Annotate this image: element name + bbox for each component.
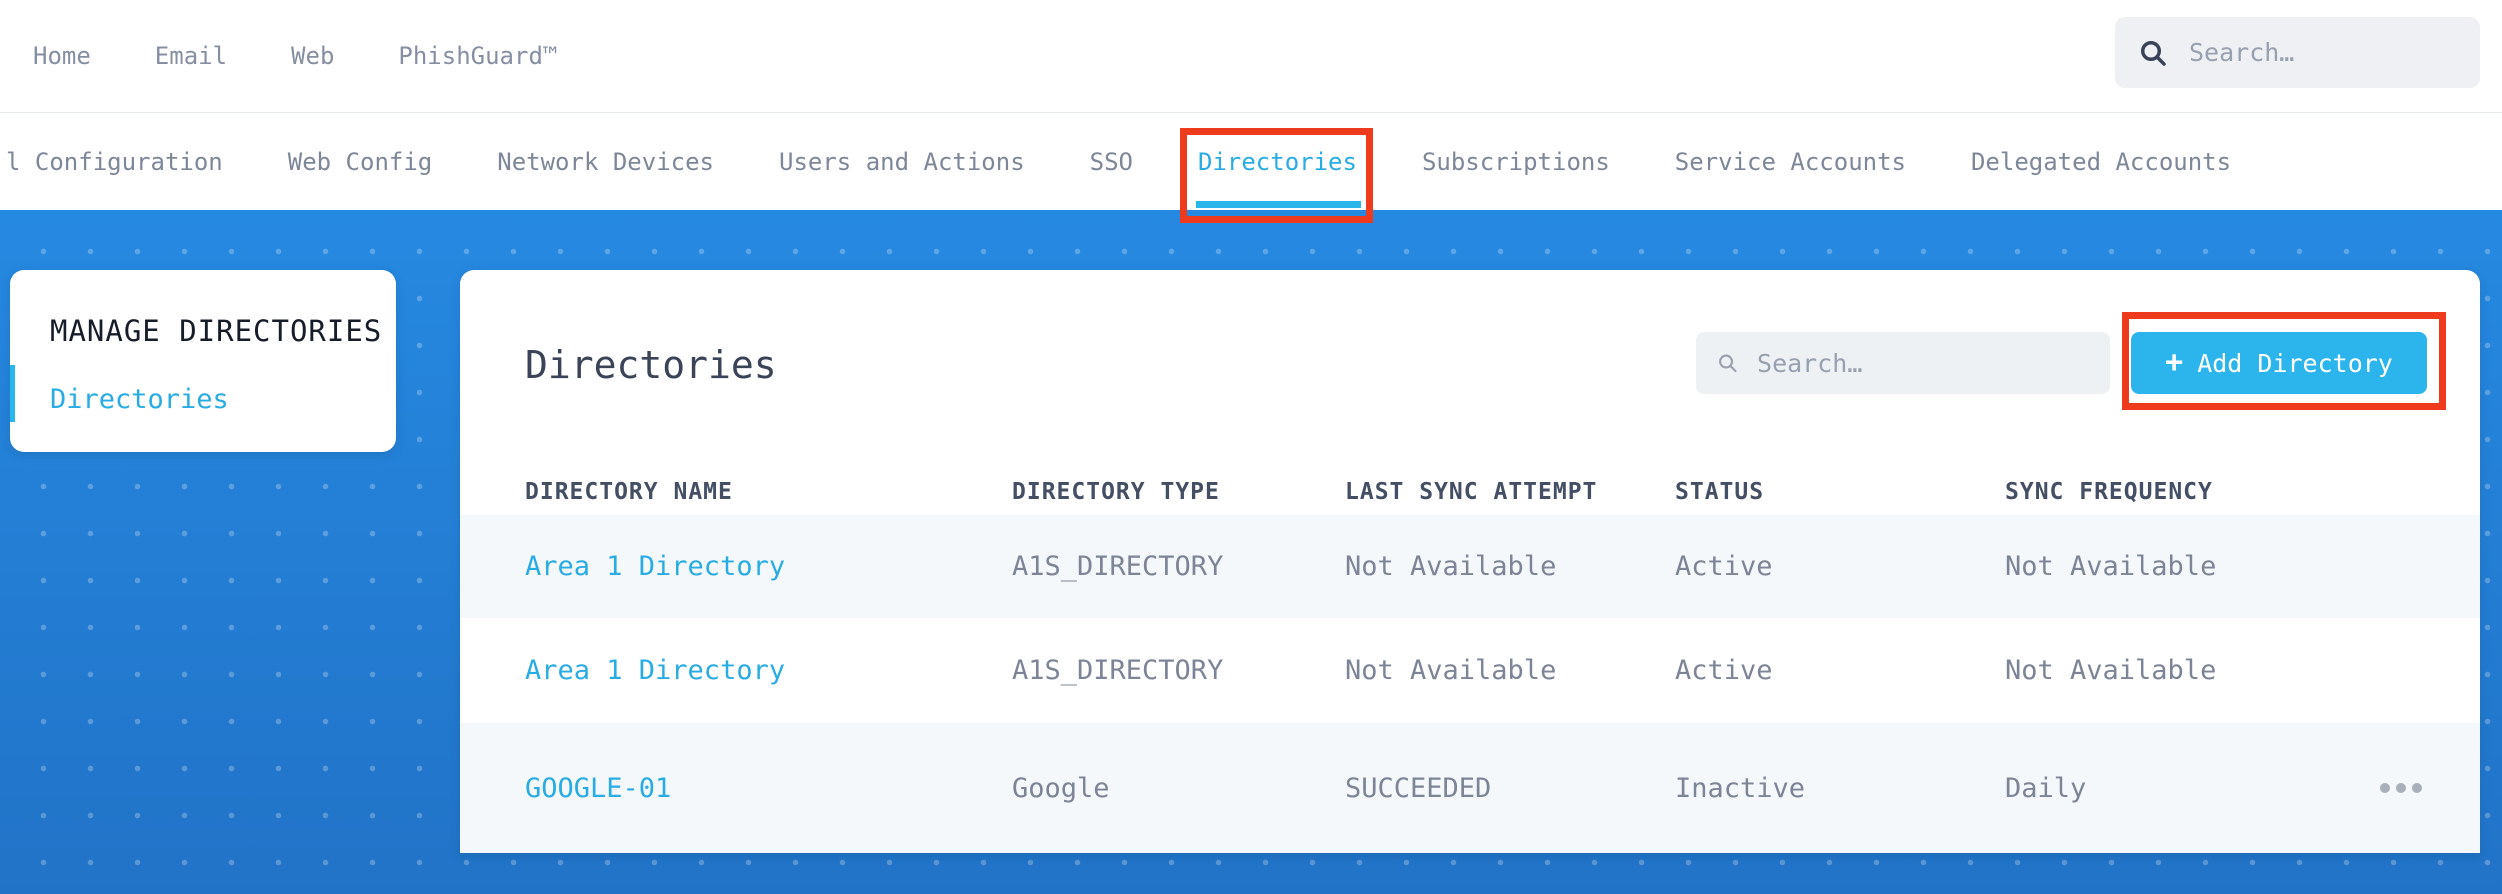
col-directory-type: DIRECTORY TYPE: [1012, 479, 1220, 505]
row-actions-menu-icon[interactable]: [2370, 773, 2480, 803]
tab-directories[interactable]: Directories: [1180, 113, 1373, 223]
status: Inactive: [1675, 772, 1806, 804]
plus-icon: +: [2165, 345, 2184, 380]
col-directory-name: DIRECTORY NAME: [525, 479, 733, 505]
manage-directories-card: MANAGE DIRECTORIES Directories: [10, 270, 396, 452]
last-sync-attempt: Not Available: [1345, 551, 1557, 582]
annotation-box-directories-tab: [1180, 128, 1373, 223]
tab-delegated-accounts[interactable]: Delegated Accounts: [1971, 113, 2231, 210]
directory-name-link[interactable]: Area 1 Directory: [525, 551, 1012, 582]
sidebar-item-directories[interactable]: Directories: [50, 384, 229, 415]
sync-frequency: Not Available: [2005, 551, 2217, 582]
col-sync-frequency: SYNC FREQUENCY: [2005, 479, 2213, 505]
tab-service-accounts[interactable]: Service Accounts: [1675, 113, 1906, 210]
tab-users-and-actions[interactable]: Users and Actions: [779, 113, 1025, 210]
table-row: Area 1 Directory A1S_DIRECTORY Not Avail…: [460, 618, 2480, 723]
add-directory-button[interactable]: + Add Directory: [2131, 332, 2427, 394]
directory-name-link[interactable]: GOOGLE-01: [525, 773, 1012, 804]
status: Active: [1675, 655, 1773, 686]
directories-search-input[interactable]: [1755, 347, 2090, 379]
directory-type: A1S_DIRECTORY: [1012, 551, 1224, 582]
table-header-row: DIRECTORY NAME DIRECTORY TYPE LAST SYNC …: [460, 470, 2480, 514]
status: Active: [1675, 551, 1773, 582]
tab-sso[interactable]: SSO: [1090, 113, 1133, 210]
directory-type: A1S_DIRECTORY: [1012, 655, 1224, 686]
table-row: Area 1 Directory A1S_DIRECTORY Not Avail…: [460, 515, 2480, 618]
last-sync-attempt: Not Available: [1345, 655, 1557, 686]
sidebar-title: MANAGE DIRECTORIES: [50, 314, 383, 348]
tab-directories-label: Directories: [1198, 147, 1357, 176]
directory-type: Google: [1012, 772, 1110, 804]
last-sync-attempt: SUCCEEDED: [1345, 772, 1492, 804]
col-last-sync-attempt: LAST SYNC ATTEMPT: [1345, 479, 1598, 505]
app-root: Home Email Web PhishGuard™ l Configurati…: [0, 0, 2502, 894]
top-header: Home Email Web PhishGuard™: [0, 0, 2502, 113]
add-directory-wrap: + Add Directory: [2122, 312, 2446, 410]
panel-title: Directories: [525, 343, 777, 387]
directories-panel: Directories + Add Directory DIRECTORY NA…: [460, 270, 2480, 853]
nav-item-web[interactable]: Web: [291, 42, 334, 70]
nav-item-email[interactable]: Email: [155, 42, 227, 70]
active-item-indicator: [10, 365, 15, 422]
directory-name-link[interactable]: Area 1 Directory: [525, 655, 1012, 686]
tab-subscriptions[interactable]: Subscriptions: [1422, 113, 1610, 210]
search-icon: [1719, 354, 1737, 373]
global-search[interactable]: [2115, 17, 2480, 88]
tab-network-devices[interactable]: Network Devices: [497, 113, 714, 210]
top-nav: Home Email Web PhishGuard™: [0, 42, 557, 70]
active-tab-underline: [1196, 201, 1361, 208]
search-icon: [2141, 40, 2166, 66]
tab-web-config[interactable]: Web Config: [288, 113, 433, 210]
nav-item-phishguard[interactable]: PhishGuard™: [398, 42, 557, 70]
nav-item-home[interactable]: Home: [33, 42, 91, 70]
global-search-input[interactable]: [2187, 37, 2458, 68]
settings-subnav: l Configuration Web Config Network Devic…: [0, 113, 2502, 223]
sync-frequency: Not Available: [2005, 655, 2217, 686]
tab-email-configuration[interactable]: l Configuration: [6, 113, 223, 210]
directories-search[interactable]: [1696, 332, 2110, 394]
sync-frequency: Daily: [2005, 772, 2087, 804]
add-directory-label: Add Directory: [2197, 348, 2393, 378]
table-row: GOOGLE-01 Google SUCCEEDED Inactive Dail…: [460, 723, 2480, 853]
col-status: STATUS: [1675, 479, 1765, 505]
